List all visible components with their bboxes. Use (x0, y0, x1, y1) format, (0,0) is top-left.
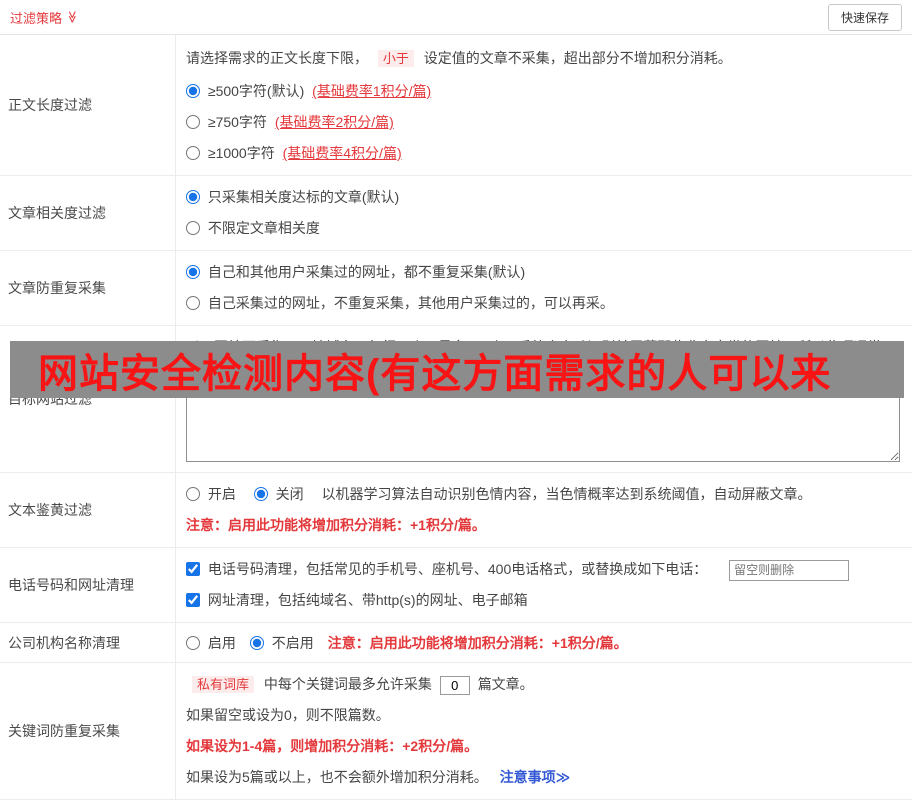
row-dedup-collection: 文章防重复采集 自己和其他用户采集过的网址，都不重复采集(默认) 自己采集过的网… (0, 251, 912, 326)
length-750-radio[interactable] (186, 115, 200, 129)
company-disable-label: 不启用 (271, 634, 314, 651)
dedup-option-global: 自己和其他用户采集过的网址，都不重复采集(默认) (186, 257, 900, 288)
keyword-limit-line: 私有词库 中每个关键词最多允许采集 篇文章。 (186, 669, 900, 700)
keyword-dedup-label: 关键词防重复采集 (0, 663, 176, 799)
length-750-label: ≥750字符 (207, 114, 267, 130)
porn-on-label: 开启 (207, 486, 236, 502)
length-option-1000: ≥1000字符 (基础费率4积分/篇) (186, 138, 900, 169)
intro-text-pre: 请选择需求的正文长度下限， (186, 50, 368, 66)
company-enable-label: 启用 (207, 634, 236, 651)
keyword-limit-input[interactable] (439, 675, 470, 695)
porn-off-radio[interactable] (253, 487, 268, 501)
phone-url-label: 电话号码和网址清理 (0, 548, 176, 622)
length-500-fee-note: (基础费率1积分/篇) (312, 83, 432, 99)
relevance-strict-option[interactable]: 只采集相关度达标的文章(默认) (186, 189, 399, 205)
body-length-filter-label: 正文长度过滤 (0, 35, 176, 175)
porn-filter-cost-note: 注意：启用此功能将增加积分消耗：+1积分/篇。 (186, 517, 486, 533)
phone-cleanup-option[interactable]: 电话号码清理，包括常见的手机号、座机号、400电话格式，或替换成如下电话： (186, 561, 711, 577)
body-length-filter-content: 请选择需求的正文长度下限， 小于 设定值的文章不采集，超出部分不增加积分消耗。 … (176, 35, 912, 175)
relevance-any-radio[interactable] (186, 221, 200, 235)
collapse-chevron-icon[interactable]: ≫ (65, 11, 79, 24)
company-cleanup-content: 启用 不启用 注意：启用此功能将增加积分消耗：+1积分/篇。 (176, 623, 912, 662)
company-cleanup-label: 公司机构名称清理 (0, 623, 176, 662)
url-cleanup-line: 网址清理，包括纯域名、带http(s)的网址、电子邮箱 (186, 585, 900, 616)
phone-url-content: 电话号码清理，包括常见的手机号、座机号、400电话格式，或替换成如下电话： 网址… (176, 548, 912, 622)
top-bar: 过滤策略 ≫ 快速保存 (0, 0, 912, 35)
keyword-note-five: 如果设为5篇或以上，也不会额外增加积分消耗。 注意事项≫ (186, 762, 900, 793)
dedup-self-label: 自己采集过的网址，不重复采集，其他用户采集过的，可以再采。 (207, 295, 614, 311)
row-body-length-filter: 正文长度过滤 请选择需求的正文长度下限， 小于 设定值的文章不采集，超出部分不增… (0, 35, 912, 176)
dedup-self-radio[interactable] (186, 296, 200, 310)
porn-on-radio[interactable] (186, 487, 200, 501)
dedup-self-option[interactable]: 自己采集过的网址，不重复采集，其他用户采集过的，可以再采。 (186, 295, 614, 311)
length-1000-option[interactable]: ≥1000字符 (基础费率4积分/篇) (186, 145, 402, 161)
dedup-label: 文章防重复采集 (0, 251, 176, 325)
phone-cleanup-line: 电话号码清理，包括常见的手机号、座机号、400电话格式，或替换成如下电话： (186, 554, 900, 585)
length-500-option[interactable]: ≥500字符(默认) (基础费率1积分/篇) (186, 83, 431, 99)
length-750-option[interactable]: ≥750字符 (基础费率2积分/篇) (186, 114, 394, 130)
body-length-intro: 请选择需求的正文长度下限， 小于 设定值的文章不采集，超出部分不增加积分消耗。 (186, 41, 900, 76)
dedup-option-self: 自己采集过的网址，不重复采集，其他用户采集过的，可以再采。 (186, 288, 900, 319)
watermark-banner: 网站安全检测内容(有这方面需求的人可以来 (10, 341, 904, 398)
replacement-phone-input[interactable] (729, 559, 850, 581)
relevance-strict-radio[interactable] (186, 190, 200, 204)
less-than-highlight: 小于 (377, 50, 414, 67)
row-phone-url-cleanup: 电话号码和网址清理 电话号码清理，包括常见的手机号、座机号、400电话格式，或替… (0, 548, 912, 623)
dedup-global-option[interactable]: 自己和其他用户采集过的网址，都不重复采集(默认) (186, 264, 525, 280)
length-option-500: ≥500字符(默认) (基础费率1积分/篇) (186, 76, 900, 107)
porn-filter-content: 开启 关闭 以机器学习算法自动识别色情内容，当色情概率达到系统阈值，自动屏蔽文章… (176, 473, 912, 547)
company-cost-note: 注意：启用此功能将增加积分消耗：+1积分/篇。 (327, 634, 628, 651)
phone-cleanup-text: 电话号码清理，包括常见的手机号、座机号、400电话格式，或替换成如下电话： (207, 561, 708, 577)
relevance-filter-content: 只采集相关度达标的文章(默认) 不限定文章相关度 (176, 176, 912, 250)
private-lexicon-highlight: 私有词库 (192, 676, 255, 693)
keyword-limit-text: 中每个关键词最多允许采集 (263, 676, 432, 692)
company-enable-option[interactable]: 启用 (186, 633, 236, 653)
relevance-option-any: 不限定文章相关度 (186, 213, 900, 244)
phone-cleanup-checkbox[interactable] (186, 562, 200, 576)
intro-text-post: 设定值的文章不采集，超出部分不增加积分消耗。 (423, 50, 732, 66)
page-title-wrap: 过滤策略 ≫ (10, 8, 79, 27)
keyword-dedup-content: 私有词库 中每个关键词最多允许采集 篇文章。 如果留空或设为0，则不限篇数。 如… (176, 663, 912, 799)
relevance-filter-label: 文章相关度过滤 (0, 176, 176, 250)
length-1000-label: ≥1000字符 (207, 145, 275, 161)
porn-filter-desc: 以机器学习算法自动识别色情内容，当色情概率达到系统阈值，自动屏蔽文章。 (321, 486, 812, 502)
porn-off-option[interactable]: 关闭 (253, 486, 308, 502)
keyword-note-five-text: 如果设为5篇或以上，也不会额外增加积分消耗。 (186, 769, 488, 785)
page-title: 过滤策略 (10, 10, 63, 26)
row-porn-filter: 文本鉴黄过滤 开启 关闭 以机器学习算法自动识别色情内容，当色情概率达到系统阈值… (0, 473, 912, 548)
filter-settings-form: 正文长度过滤 请选择需求的正文长度下限， 小于 设定值的文章不采集，超出部分不增… (0, 35, 912, 800)
quick-save-button[interactable]: 快速保存 (827, 3, 902, 31)
length-1000-radio[interactable] (186, 146, 200, 160)
relevance-any-label: 不限定文章相关度 (207, 220, 320, 236)
keyword-limit-suffix: 篇文章。 (477, 676, 534, 692)
row-keyword-dedup: 关键词防重复采集 私有词库 中每个关键词最多允许采集 篇文章。 如果留空或设为0… (0, 663, 912, 800)
length-1000-fee-note: (基础费率4积分/篇) (282, 145, 402, 161)
length-500-radio[interactable] (186, 84, 200, 98)
porn-filter-label: 文本鉴黄过滤 (0, 473, 176, 547)
porn-off-label: 关闭 (275, 486, 304, 502)
watermark-text: 网站安全检测内容(有这方面需求的人可以来 (38, 351, 832, 396)
url-cleanup-option[interactable]: 网址清理，包括纯域名、带http(s)的网址、电子邮箱 (186, 592, 528, 608)
company-disable-option[interactable]: 不启用 (249, 633, 314, 653)
porn-on-option[interactable]: 开启 (186, 486, 240, 502)
dedup-global-radio[interactable] (186, 265, 200, 279)
keyword-cost-note: 如果设为1-4篇，则增加积分消耗：+2积分/篇。 (186, 738, 479, 754)
dedup-global-label: 自己和其他用户采集过的网址，都不重复采集(默认) (207, 264, 526, 280)
keyword-note-zero: 如果留空或设为0，则不限篇数。 (186, 707, 390, 723)
relevance-option-strict: 只采集相关度达标的文章(默认) (186, 182, 900, 213)
length-option-750: ≥750字符 (基础费率2积分/篇) (186, 107, 900, 138)
notes-link[interactable]: 注意事项≫ (500, 769, 571, 785)
company-enable-radio[interactable] (186, 635, 200, 650)
row-company-name-cleanup: 公司机构名称清理 启用 不启用 注意：启用此功能将增加积分消耗：+1积分/篇。 (0, 623, 912, 663)
row-relevance-filter: 文章相关度过滤 只采集相关度达标的文章(默认) 不限定文章相关度 (0, 176, 912, 251)
company-disable-radio[interactable] (249, 635, 264, 650)
porn-filter-options: 开启 关闭 以机器学习算法自动识别色情内容，当色情概率达到系统阈值，自动屏蔽文章… (186, 479, 900, 510)
length-750-fee-note: (基础费率2积分/篇) (274, 114, 394, 130)
relevance-strict-label: 只采集相关度达标的文章(默认) (207, 189, 400, 205)
relevance-any-option[interactable]: 不限定文章相关度 (186, 220, 320, 236)
url-cleanup-text: 网址清理，包括纯域名、带http(s)的网址、电子邮箱 (207, 592, 528, 608)
dedup-content: 自己和其他用户采集过的网址，都不重复采集(默认) 自己采集过的网址，不重复采集，… (176, 251, 912, 325)
length-500-label: ≥500字符(默认) (207, 83, 305, 99)
url-cleanup-checkbox[interactable] (186, 593, 200, 607)
